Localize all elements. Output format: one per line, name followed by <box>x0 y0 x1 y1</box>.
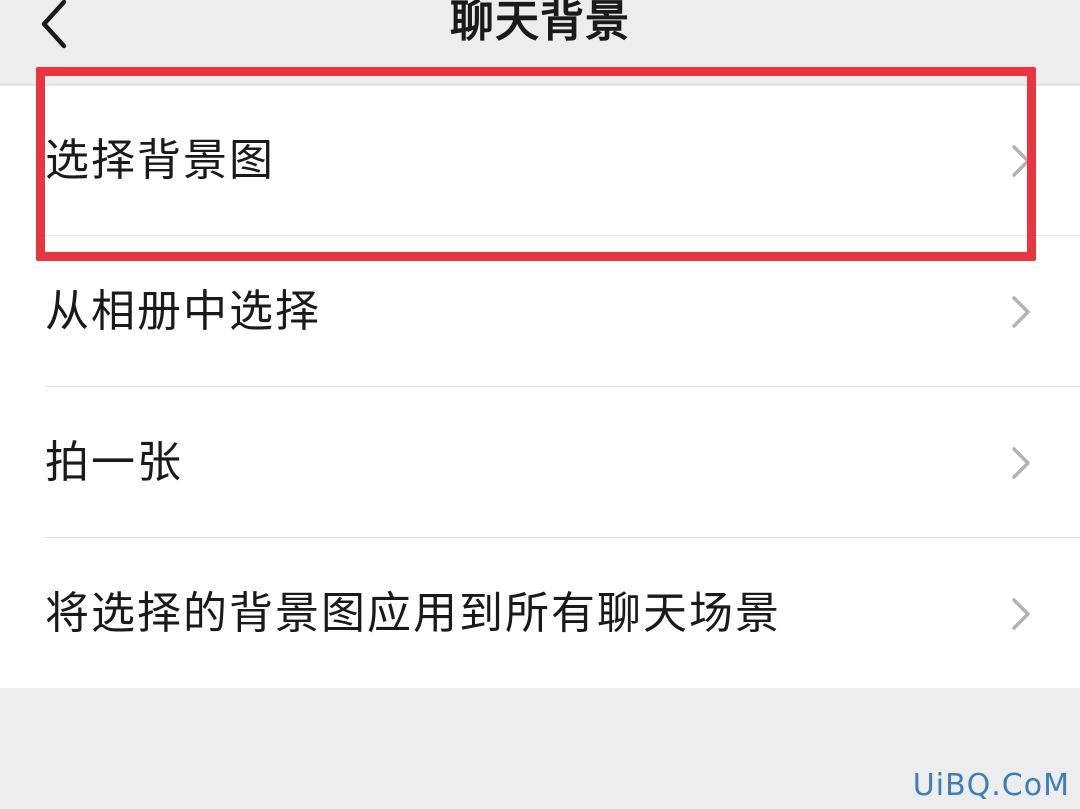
divider <box>45 386 1080 387</box>
divider <box>45 235 1080 236</box>
menu-item-take-photo[interactable]: 拍一张 <box>0 388 1080 538</box>
settings-list: 选择背景图 从相册中选择 拍一张 将选择的背景图应用到所有聊天场景 <box>0 86 1080 688</box>
menu-item-label: 选择背景图 <box>45 135 275 186</box>
chevron-right-icon <box>1012 145 1030 177</box>
nav-bar: 聊天背景 <box>0 0 1080 85</box>
menu-item-label: 将选择的背景图应用到所有聊天场景 <box>45 588 781 639</box>
menu-item-label: 拍一张 <box>45 437 183 488</box>
chevron-right-icon <box>1012 296 1030 328</box>
menu-item-label: 从相册中选择 <box>45 286 321 337</box>
page-title: 聊天背景 <box>450 0 630 47</box>
menu-item-apply-to-all-chats[interactable]: 将选择的背景图应用到所有聊天场景 <box>0 539 1080 689</box>
menu-item-from-album[interactable]: 从相册中选择 <box>0 237 1080 387</box>
chevron-right-icon <box>1012 598 1030 630</box>
chevron-right-icon <box>1012 447 1030 479</box>
divider <box>45 537 1080 538</box>
watermark: UiBQ.CoM <box>912 768 1070 803</box>
menu-item-choose-background[interactable]: 选择背景图 <box>0 86 1080 236</box>
